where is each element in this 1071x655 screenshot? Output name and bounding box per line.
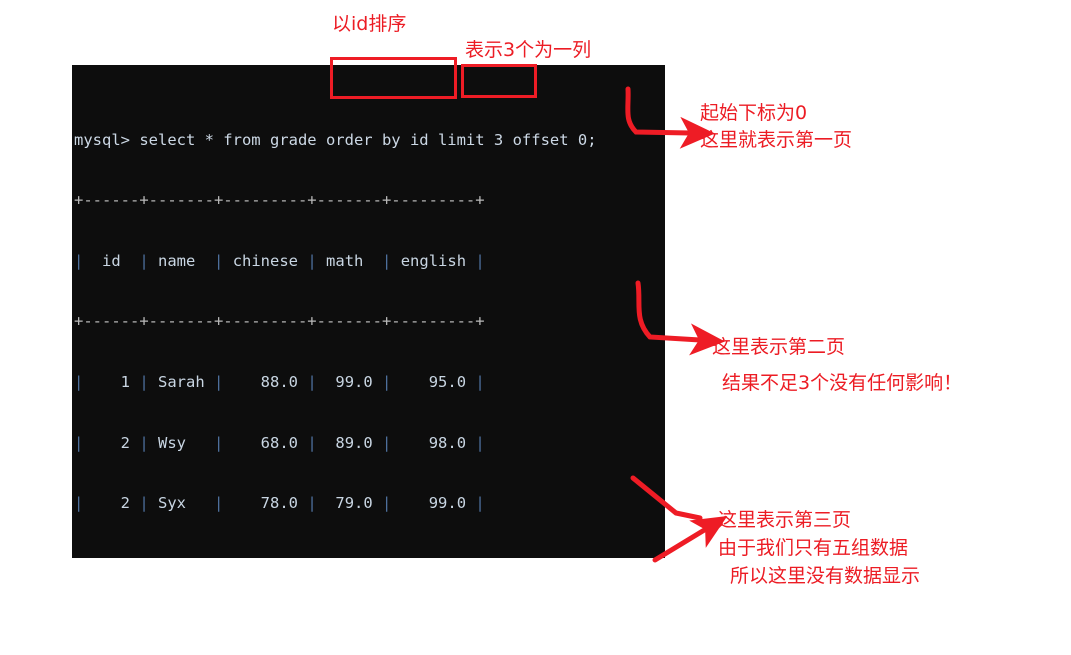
annotation-page2-line2: 结果不足3个没有任何影响！ [722, 372, 963, 394]
table-row: | 1 | Sarah | 88.0 | 99.0 | 95.0 | [74, 372, 485, 391]
terminal-line: mysql> select * from grade order by id l… [74, 130, 665, 150]
annotation-order-by-label: 以id排序 [332, 13, 407, 35]
order-by-highlight-box [330, 57, 457, 99]
table-header-row: | id | name | chinese | math | english | [74, 251, 485, 270]
annotation-page2-line1: 这里表示第二页 [712, 336, 846, 358]
annotation-limit-label: 表示3个为一列 [465, 39, 592, 61]
mysql-terminal-window[interactable]: mysql> select * from grade order by id l… [72, 65, 665, 558]
limit-highlight-box [461, 64, 537, 98]
table-row: | 2 | Syx | 78.0 | 79.0 | 99.0 | [74, 494, 485, 513]
annotation-page3-line1: 这里表示第三页 [718, 509, 852, 531]
annotation-page3-line3: 所以这里没有数据显示 [730, 565, 921, 587]
annotation-page1-line2: 这里就表示第一页 [700, 129, 853, 151]
table-rule: +------+-------+---------+-------+------… [74, 312, 485, 331]
annotation-page1-line1: 起始下标为0 [700, 102, 808, 124]
terminal-command-line: mysql> select * from grade order by id l… [74, 130, 597, 149]
terminal-output: mysql> select * from grade order by id l… [72, 65, 665, 558]
table-row: | 2 | Wsy | 68.0 | 89.0 | 98.0 | [74, 433, 485, 452]
annotation-page3-line2: 由于我们只有五组数据 [718, 537, 909, 559]
table-rule: +------+-------+---------+-------+------… [74, 191, 485, 210]
table-rule: +------+-------+---------+-------+------… [74, 554, 665, 558]
